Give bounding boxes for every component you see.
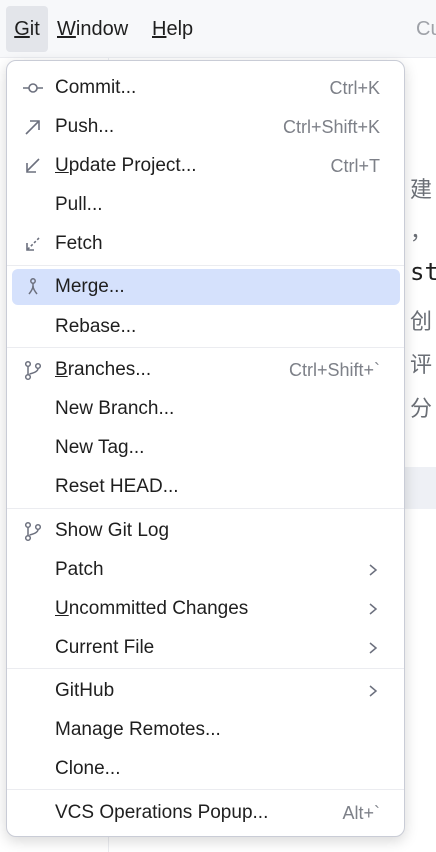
chevron-right-icon bbox=[366, 641, 380, 655]
menu-item-new-branch[interactable]: New Branch... bbox=[12, 391, 400, 427]
menu-item-label: GitHub bbox=[55, 680, 115, 701]
menu-item-push[interactable]: Push... Ctrl+Shift+K bbox=[12, 109, 400, 145]
menu-item-label: Merge... bbox=[55, 276, 125, 297]
editor-text-fragment: ， bbox=[410, 219, 433, 244]
chevron-right-icon bbox=[366, 563, 380, 577]
menu-item-shortcut: Ctrl+Shift+` bbox=[288, 360, 380, 380]
menu-git[interactable]: Git bbox=[6, 6, 48, 52]
editor-text-fragment: 建 bbox=[410, 177, 433, 202]
menu-item-branches[interactable]: Branches... Ctrl+Shift+` bbox=[12, 352, 400, 388]
menu-separator bbox=[7, 347, 404, 348]
menu-item-label: Show Git Log bbox=[55, 520, 170, 541]
chevron-right-icon bbox=[366, 602, 380, 616]
chevron-right-icon bbox=[366, 684, 380, 698]
menu-item-uncommitted-changes[interactable]: Uncommitted Changes bbox=[12, 591, 400, 627]
menu-item-label: Uncommitted Changes bbox=[55, 598, 249, 619]
git-menu-popup: Commit... Ctrl+K Push... Ctrl+Shift+K Up… bbox=[6, 60, 405, 837]
menu-item-label: Pull... bbox=[55, 194, 103, 215]
menu-item-current-file[interactable]: Current File bbox=[12, 630, 400, 666]
branch-icon bbox=[22, 520, 44, 542]
main-menu-bar: Git Window Help Cu bbox=[0, 0, 436, 58]
editor-text-fragment: 评 bbox=[410, 352, 433, 377]
menu-item-update-project[interactable]: Update Project... Ctrl+T bbox=[12, 148, 400, 184]
fetch-icon bbox=[22, 233, 44, 255]
menu-item-label: Fetch bbox=[55, 233, 103, 254]
menu-item-pull[interactable]: Pull... bbox=[12, 187, 400, 223]
menu-item-patch[interactable]: Patch bbox=[12, 552, 400, 588]
menu-item-shortcut: Ctrl+K bbox=[329, 78, 380, 98]
menu-separator bbox=[7, 789, 404, 790]
menu-item-shortcut: Ctrl+T bbox=[330, 156, 381, 176]
menu-item-github[interactable]: GitHub bbox=[12, 673, 400, 709]
menu-window[interactable]: Window bbox=[53, 0, 132, 58]
editor-text-fragment: 分 bbox=[410, 396, 433, 421]
menu-current-fragment[interactable]: Cu bbox=[412, 0, 436, 58]
menu-item-commit[interactable]: Commit... Ctrl+K bbox=[12, 70, 400, 106]
merge-icon bbox=[22, 276, 44, 298]
menu-item-vcs-operations-popup[interactable]: VCS Operations Popup... Alt+` bbox=[12, 795, 400, 831]
menu-item-label: VCS Operations Popup... bbox=[55, 802, 269, 823]
commit-icon bbox=[22, 77, 44, 99]
branch-icon bbox=[22, 359, 44, 381]
menu-item-label: Reset HEAD... bbox=[55, 476, 179, 497]
menu-item-label: New Branch... bbox=[55, 398, 175, 419]
editor-text-fragment: 创 bbox=[410, 309, 433, 334]
menu-item-rebase[interactable]: Rebase... bbox=[12, 309, 400, 345]
menu-item-shortcut: Alt+` bbox=[342, 803, 380, 823]
menu-item-label: Update Project... bbox=[55, 155, 197, 176]
menu-item-label: Current File bbox=[55, 637, 155, 658]
menu-separator bbox=[7, 265, 404, 266]
menu-item-label: Rebase... bbox=[55, 316, 137, 337]
push-arrow-icon bbox=[22, 116, 44, 138]
menu-item-fetch[interactable]: Fetch bbox=[12, 226, 400, 262]
menu-item-manage-remotes[interactable]: Manage Remotes... bbox=[12, 712, 400, 748]
menu-separator bbox=[7, 668, 404, 669]
menu-item-label: Clone... bbox=[55, 758, 121, 779]
menu-item-shortcut: Ctrl+Shift+K bbox=[282, 117, 380, 137]
menu-item-label: New Tag... bbox=[55, 437, 145, 458]
update-arrow-icon bbox=[22, 155, 44, 177]
menu-item-label: Commit... bbox=[55, 77, 137, 98]
menu-item-reset-head[interactable]: Reset HEAD... bbox=[12, 469, 400, 505]
highlighted-line bbox=[405, 467, 436, 509]
menu-item-label: Patch bbox=[55, 559, 104, 580]
menu-item-show-git-log[interactable]: Show Git Log bbox=[12, 513, 400, 549]
menu-item-merge[interactable]: Merge... bbox=[12, 269, 400, 305]
menu-item-label: Branches... bbox=[55, 359, 152, 380]
menu-item-label: Push... bbox=[55, 116, 115, 137]
menu-help[interactable]: Help bbox=[148, 0, 197, 58]
menu-item-label: Manage Remotes... bbox=[55, 719, 221, 740]
menu-item-new-tag[interactable]: New Tag... bbox=[12, 430, 400, 466]
menu-item-clone[interactable]: Clone... bbox=[12, 751, 400, 787]
editor-text-fragment: st bbox=[410, 258, 436, 286]
menu-separator bbox=[7, 508, 404, 509]
